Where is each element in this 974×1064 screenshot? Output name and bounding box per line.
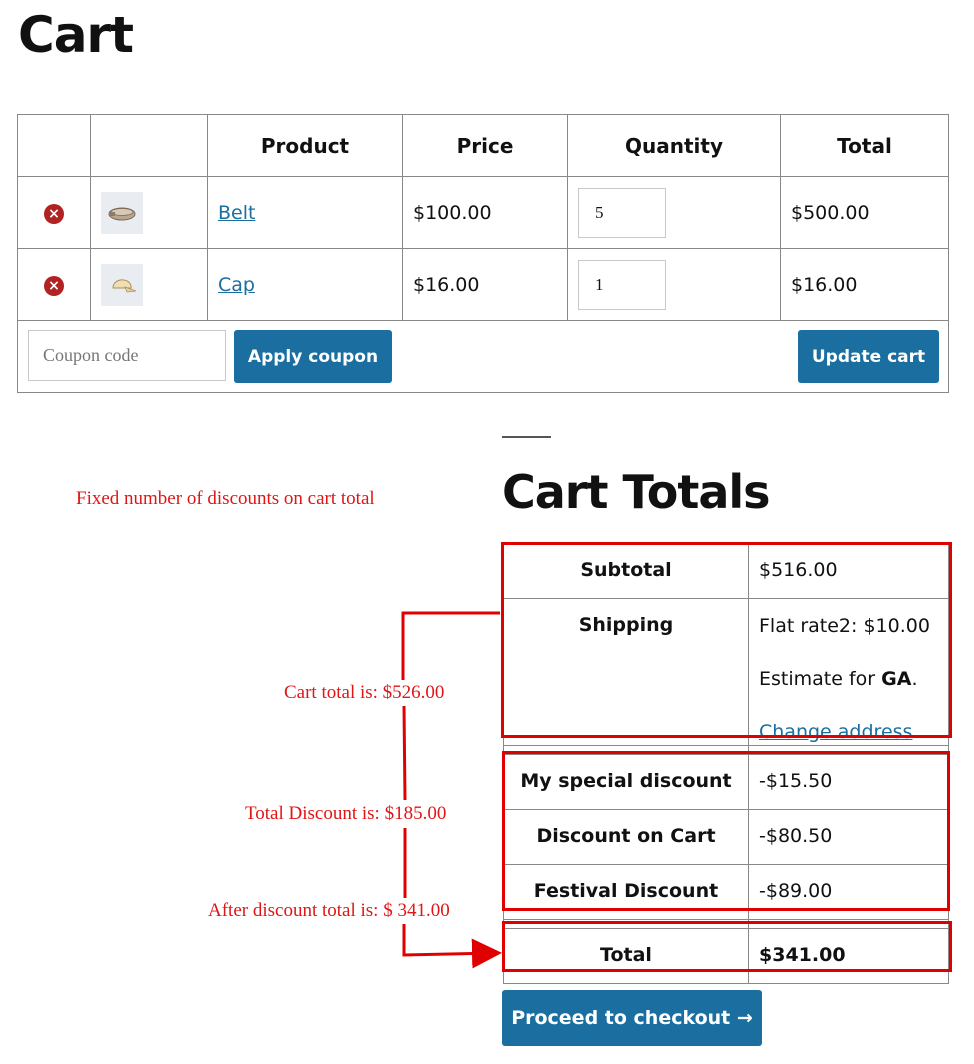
- annotation-total-discount: Total Discount is: $185.00: [245, 803, 447, 824]
- annotation-cart-total: Cart total is: $526.00: [284, 682, 445, 703]
- annotation-arrow: [401, 611, 502, 969]
- annotation-after-discount: After discount total is: $ 341.00: [208, 900, 450, 921]
- annotation-heading: Fixed number of discounts on cart total: [76, 488, 375, 509]
